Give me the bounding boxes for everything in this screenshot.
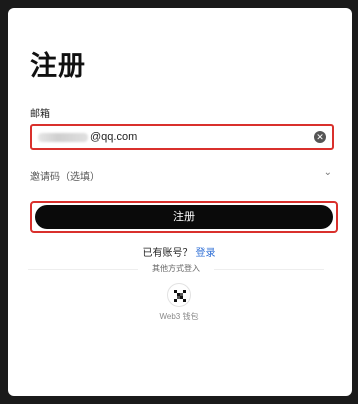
web3-wallet-icon [174,290,186,302]
email-field[interactable]: @qq.com ✕ [30,124,334,150]
email-redacted-part [38,133,88,142]
web3-wallet-button[interactable] [167,283,191,307]
register-card: 注册 邮箱 @qq.com ✕ 邀请码（选填） ⌄ 注册 [8,8,352,396]
web3-wallet-label: Web3 钱包 [159,312,199,321]
email-value: @qq.com [90,131,138,143]
invite-code-label: 邀请码（选填） [30,172,100,183]
register-button[interactable]: 注册 [35,205,333,229]
divider-text: 其他方式登入 [152,264,200,273]
email-label: 邮箱 [30,109,50,120]
other-methods-divider: 其他方式登入 [28,263,324,275]
close-circle-icon[interactable]: ✕ [314,131,326,143]
page-title: 注册 [30,51,86,81]
invite-code-toggle[interactable]: 邀请码（选填） ⌄ [30,166,334,184]
login-prompt-text: 已有账号？ [142,248,193,259]
login-prompt: 已有账号？ 登录 [0,244,358,259]
register-button-outline: 注册 [30,201,338,233]
login-link[interactable]: 登录 [196,248,216,259]
chevron-down-icon: ⌄ [323,167,332,178]
